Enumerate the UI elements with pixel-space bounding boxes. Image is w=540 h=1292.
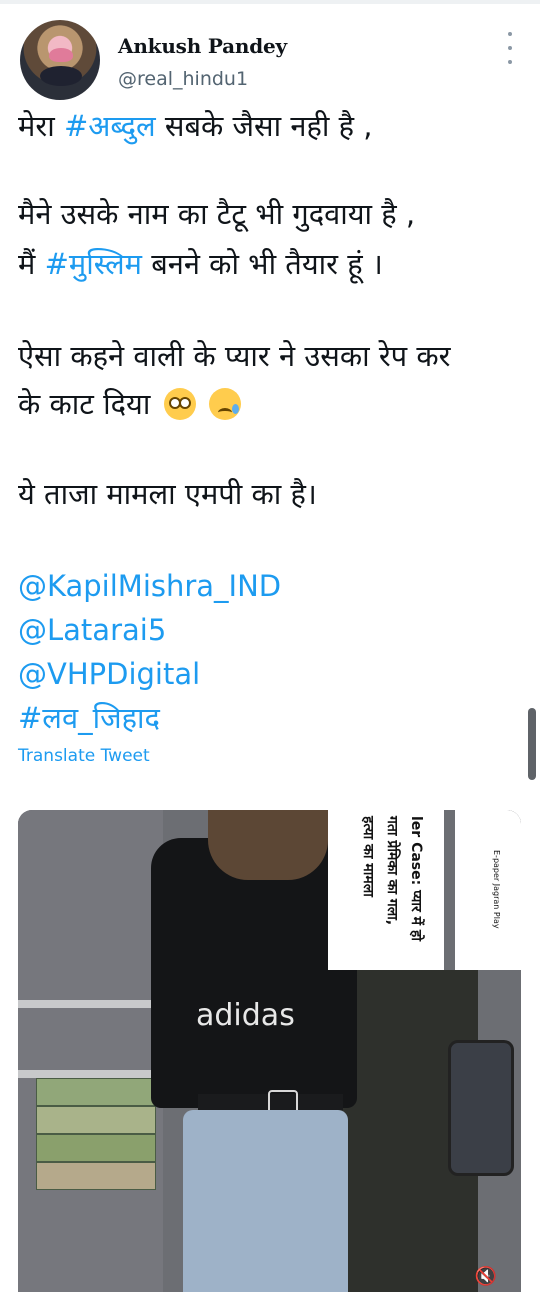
tweet-line-6: ये ताजा मामला एमपी का है। <box>18 477 317 511</box>
hashtag-abdul[interactable]: #अब्दुल <box>64 109 156 143</box>
news-caption-panel: ler Case: प्यार में हो गता प्रेमिका का ग… <box>328 810 444 970</box>
man-head <box>208 810 328 880</box>
more-options-icon[interactable] <box>500 32 520 64</box>
office-background <box>18 810 168 1292</box>
mute-icon[interactable]: 🔇 <box>470 1265 502 1289</box>
tweet-video[interactable]: adidas ler Case: प्यार में हो गता प्रेमि… <box>18 810 521 1292</box>
author-name[interactable]: Ankush Pandey <box>118 34 287 58</box>
caption-line-3: हत्या का मामला <box>360 816 376 897</box>
shirt-logo: adidas <box>196 998 295 1033</box>
caption-line-1: ler Case: प्यार में हो <box>408 816 424 941</box>
jeans <box>183 1110 348 1292</box>
avatar[interactable] <box>20 20 100 100</box>
sad-but-relieved-face-icon <box>208 388 241 420</box>
mention-kapilmishra[interactable]: @KapilMishra_IND <box>18 564 528 608</box>
caption-line-2: गता प्रेमिका का गला, <box>384 816 400 926</box>
author-handle[interactable]: @real_hindu1 <box>118 68 248 90</box>
news-site-text: E-paper Jagran Play <box>492 850 501 929</box>
news-site-panel: E-paper Jagran Play <box>455 810 521 970</box>
tweet-line-1: मेरा #अब्दुल सबके जैसा नही है , <box>18 109 373 143</box>
hashtag-love-jihad[interactable]: #लव_जिहाद <box>18 696 528 740</box>
tweet-line-3: मैं #मुस्लिम बनने को भी तैयार हूं । <box>18 247 383 281</box>
mention-latarai5[interactable]: @Latarai5 <box>18 608 528 652</box>
tweet-line-4: ऐसा कहने वाली के प्यार ने उसका रेप कर <box>18 339 451 373</box>
lotus-icon <box>49 48 73 62</box>
tweet-line-5: के काट दिया <box>18 382 528 426</box>
avatar-shape <box>40 66 82 86</box>
flushed-face-icon <box>163 388 196 420</box>
translate-tweet-link[interactable]: Translate Tweet <box>18 746 150 766</box>
phone-image <box>448 1040 514 1176</box>
hashtag-muslim[interactable]: #मुस्लिम <box>45 247 142 281</box>
scrollbar[interactable] <box>528 708 536 780</box>
mention-vhpdigital[interactable]: @VHPDigital <box>18 652 528 696</box>
tweet-line-2: मैने उसके नाम का टैटू भी गुदवाया है , <box>18 197 416 231</box>
top-divider <box>0 0 540 4</box>
